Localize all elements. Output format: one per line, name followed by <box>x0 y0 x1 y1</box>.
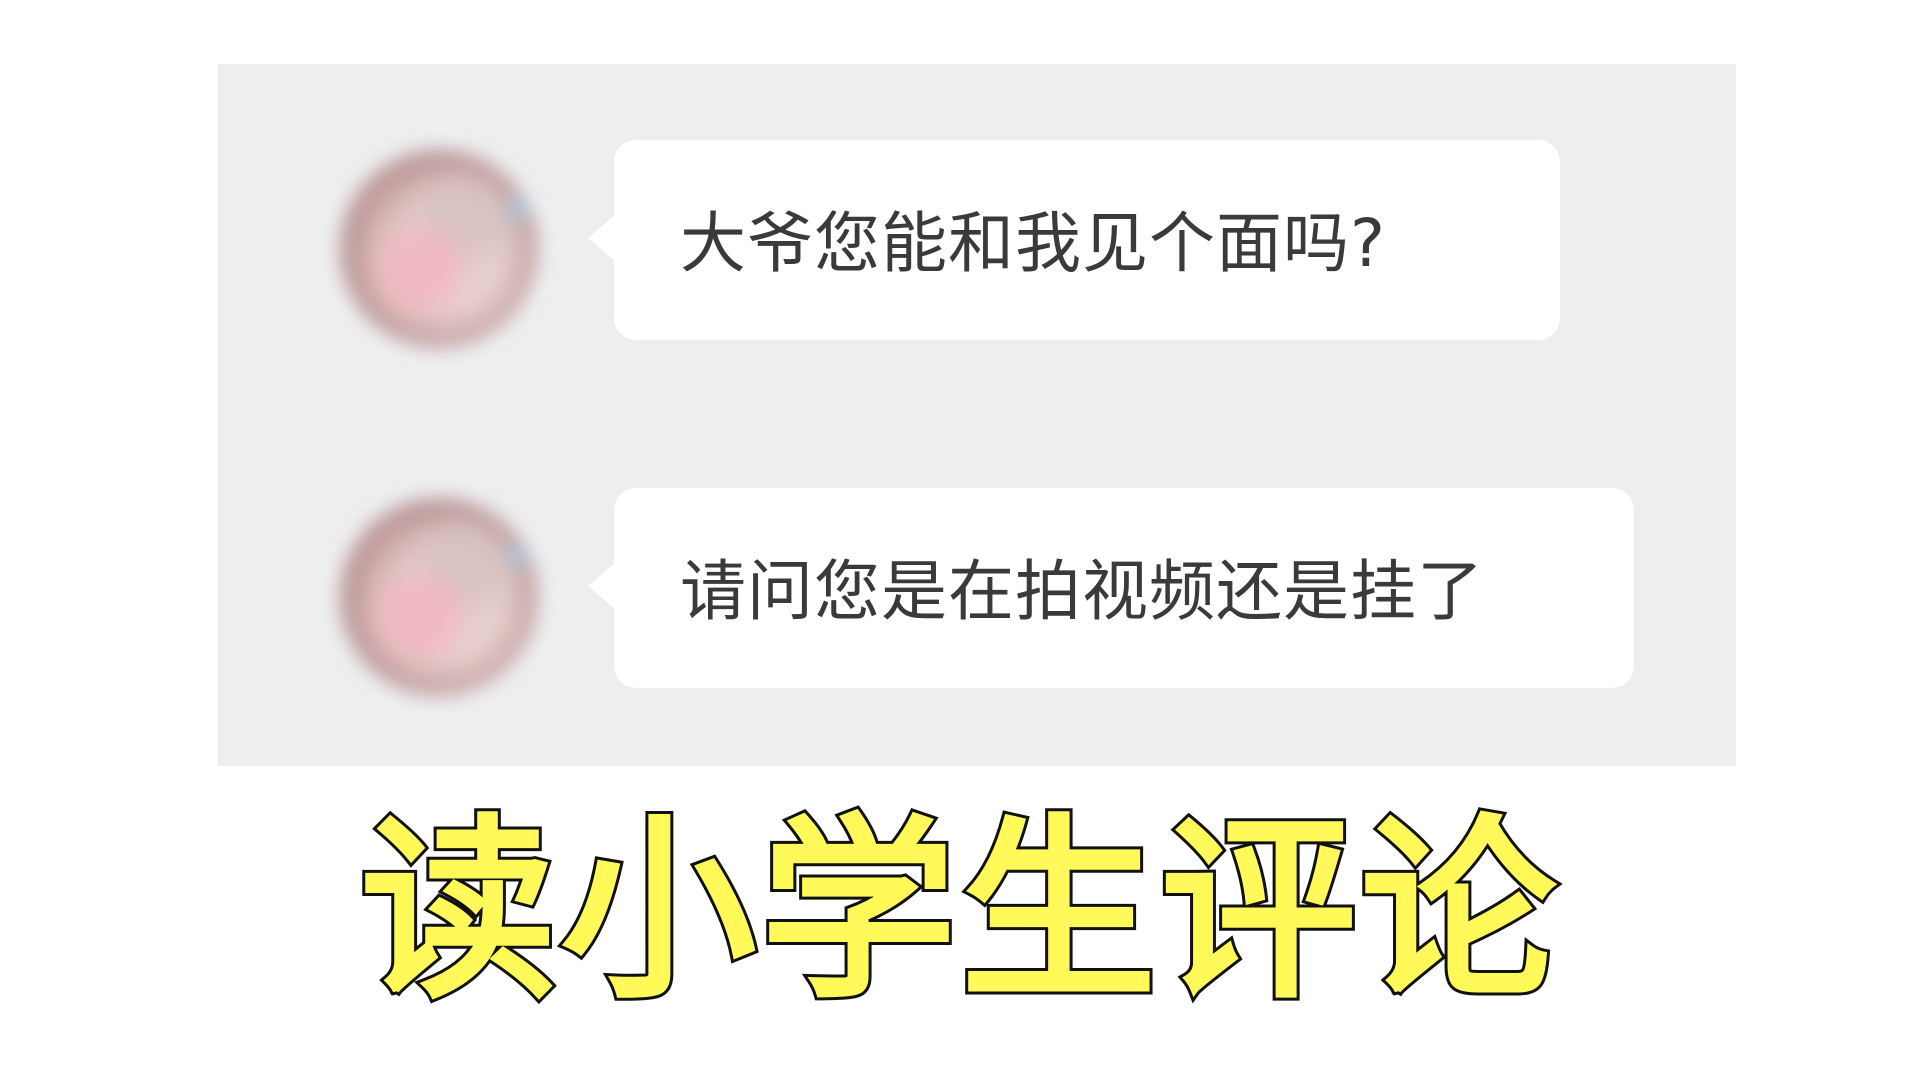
chat-panel: 大爷您能和我见个面吗? 请问您是在拍视频还是挂了 <box>218 64 1736 766</box>
message-text: 请问您是在拍视频还是挂了 <box>680 553 1484 630</box>
avatar-detail <box>508 546 526 568</box>
message-text: 大爷您能和我见个面吗? <box>680 205 1387 282</box>
avatar[interactable] <box>340 498 538 696</box>
headline-title: 读小学生评论 <box>357 795 1561 1029</box>
thumbnail-canvas: 大爷您能和我见个面吗? 请问您是在拍视频还是挂了 读小学生评论 <box>0 0 1921 1068</box>
message-bubble[interactable]: 请问您是在拍视频还是挂了 <box>588 488 1634 688</box>
message-bubble[interactable]: 大爷您能和我见个面吗? <box>588 140 1560 340</box>
avatar[interactable] <box>340 150 538 348</box>
avatar-detail <box>508 198 526 220</box>
